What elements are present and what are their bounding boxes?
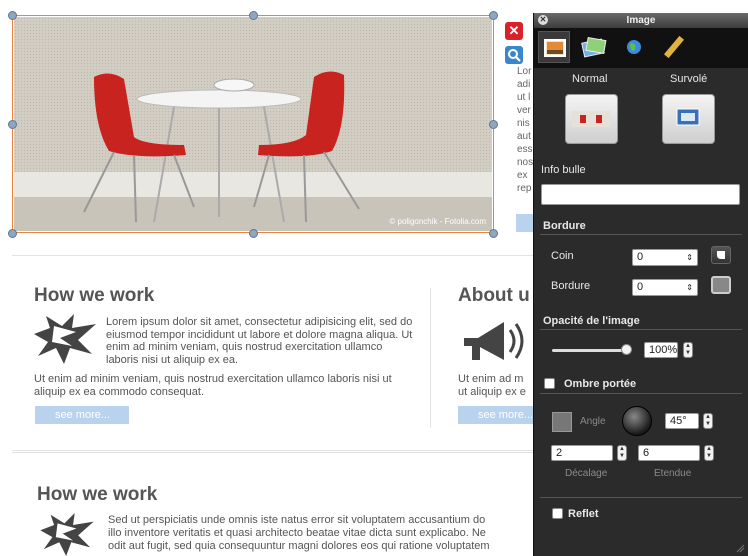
image-thumbnail-icon xyxy=(572,111,610,127)
offset-label: Décalage xyxy=(565,468,608,479)
section-separator xyxy=(540,329,742,330)
tab-size[interactable] xyxy=(658,31,690,63)
tooltip-input[interactable] xyxy=(541,184,740,205)
drop-shadow-checkbox[interactable] xyxy=(544,378,555,389)
section-heading: About u xyxy=(458,285,530,306)
panel-title: Image xyxy=(626,15,656,26)
delete-image-button[interactable]: ✕ xyxy=(505,22,523,40)
spread-input[interactable]: 6 xyxy=(638,445,700,461)
section-heading: How we work xyxy=(34,285,155,306)
close-icon: ✕ xyxy=(508,23,520,38)
resize-handle-top[interactable] xyxy=(249,11,258,20)
border-section-title: Bordure xyxy=(543,220,586,232)
image-properties-panel: ✕ Image Normal Survolé Info bulle Bordur… xyxy=(533,13,748,556)
opacity-input[interactable]: 100% xyxy=(644,342,678,358)
column-divider xyxy=(430,288,431,428)
tab-link[interactable] xyxy=(618,31,650,63)
hover-image-button[interactable] xyxy=(662,94,715,144)
resize-handle-top-left[interactable] xyxy=(8,11,17,20)
hero-photo: © poligonchik - Fotolia.com xyxy=(14,17,492,231)
offset-stepper[interactable]: ▲ ▼ xyxy=(617,445,627,461)
corner-icon xyxy=(717,251,725,259)
section-separator xyxy=(540,393,742,394)
lightning-icon xyxy=(34,314,96,364)
close-icon[interactable]: ✕ xyxy=(538,15,548,25)
ruler-icon xyxy=(663,35,685,59)
image-settings-button[interactable] xyxy=(505,46,523,64)
panel-title-bar[interactable]: ✕ Image xyxy=(534,13,748,28)
opacity-stepper[interactable]: ▲ ▼ xyxy=(683,342,693,358)
opacity-slider-track[interactable] xyxy=(552,349,626,352)
reflection-checkbox[interactable] xyxy=(552,508,563,519)
resize-handle-bottom-left[interactable] xyxy=(8,229,17,238)
stepper-arrows-icon: ⇕ xyxy=(686,283,693,292)
resize-grip-icon[interactable] xyxy=(735,543,745,553)
opacity-slider-thumb[interactable] xyxy=(621,344,632,355)
section-text-line: illo inventore veritatis et quasi archit… xyxy=(108,527,486,539)
section-separator xyxy=(540,497,742,498)
see-more-button[interactable]: see more... xyxy=(458,406,536,424)
border-color-swatch[interactable] xyxy=(711,276,731,294)
opacity-section-title: Opacité de l'image xyxy=(543,315,640,327)
section-text-line: Ut enim ad m xyxy=(458,373,524,385)
corner-preset-button[interactable] xyxy=(711,246,731,264)
photo-credit: © poligonchik - Fotolia.com xyxy=(389,217,486,226)
shadow-color-swatch[interactable] xyxy=(552,412,572,432)
lightning-icon xyxy=(40,513,94,556)
angle-label: Angle xyxy=(580,416,606,427)
spread-stepper[interactable]: ▲ ▼ xyxy=(704,445,714,461)
picture-icon xyxy=(544,39,566,57)
stepper-arrows-icon: ⇕ xyxy=(686,253,693,262)
angle-dial[interactable] xyxy=(622,406,652,436)
image-replace-icon xyxy=(676,108,700,126)
resize-handle-left[interactable] xyxy=(8,120,17,129)
reflection-label: Reflet xyxy=(568,508,599,520)
angle-stepper[interactable]: ▲ ▼ xyxy=(703,413,713,429)
normal-state-label: Normal xyxy=(572,73,608,85)
corner-label: Coin xyxy=(551,250,574,262)
megaphone-icon xyxy=(464,322,524,360)
resize-handle-top-right[interactable] xyxy=(489,11,498,20)
resize-handle-right[interactable] xyxy=(489,120,498,129)
section-heading: How we work xyxy=(37,484,158,505)
zoom-gear-icon xyxy=(508,49,521,62)
resize-handle-bottom[interactable] xyxy=(249,229,258,238)
normal-image-button[interactable] xyxy=(565,94,618,144)
photos-icon xyxy=(581,36,607,58)
border-label: Bordure xyxy=(551,280,591,292)
spread-label: Etendue xyxy=(654,468,692,479)
selected-image[interactable]: © poligonchik - Fotolia.com xyxy=(12,15,494,233)
tab-gallery[interactable] xyxy=(578,31,610,63)
drop-shadow-label: Ombre portée xyxy=(564,378,637,390)
offset-input[interactable]: 2 xyxy=(551,445,613,461)
section-text-indented: Lorem ipsum dolor sit amet, consectetur … xyxy=(106,316,413,366)
section-text: Ut enim ad minim veniam, quis nostrud ex… xyxy=(34,373,392,398)
section-separator xyxy=(540,234,742,235)
panel-tab-bar xyxy=(534,28,748,68)
see-more-button[interactable]: see more... xyxy=(35,406,129,424)
resize-handle-bottom-right[interactable] xyxy=(489,229,498,238)
section-text-line: ut aliquip ex e xyxy=(458,386,526,398)
angle-input[interactable]: 45° xyxy=(665,413,699,429)
hover-state-label: Survolé xyxy=(670,73,708,85)
section-text-line: odit aut fugit, sed quia consequuntur ma… xyxy=(108,540,490,552)
corner-select[interactable]: 0 ⇕ xyxy=(632,249,698,266)
globe-icon xyxy=(627,40,641,54)
tab-image[interactable] xyxy=(538,31,570,63)
tooltip-label: Info bulle xyxy=(541,164,586,176)
section-text-line: Sed ut perspiciatis unde omnis iste natu… xyxy=(108,514,486,526)
border-select[interactable]: 0 ⇕ xyxy=(632,279,698,296)
